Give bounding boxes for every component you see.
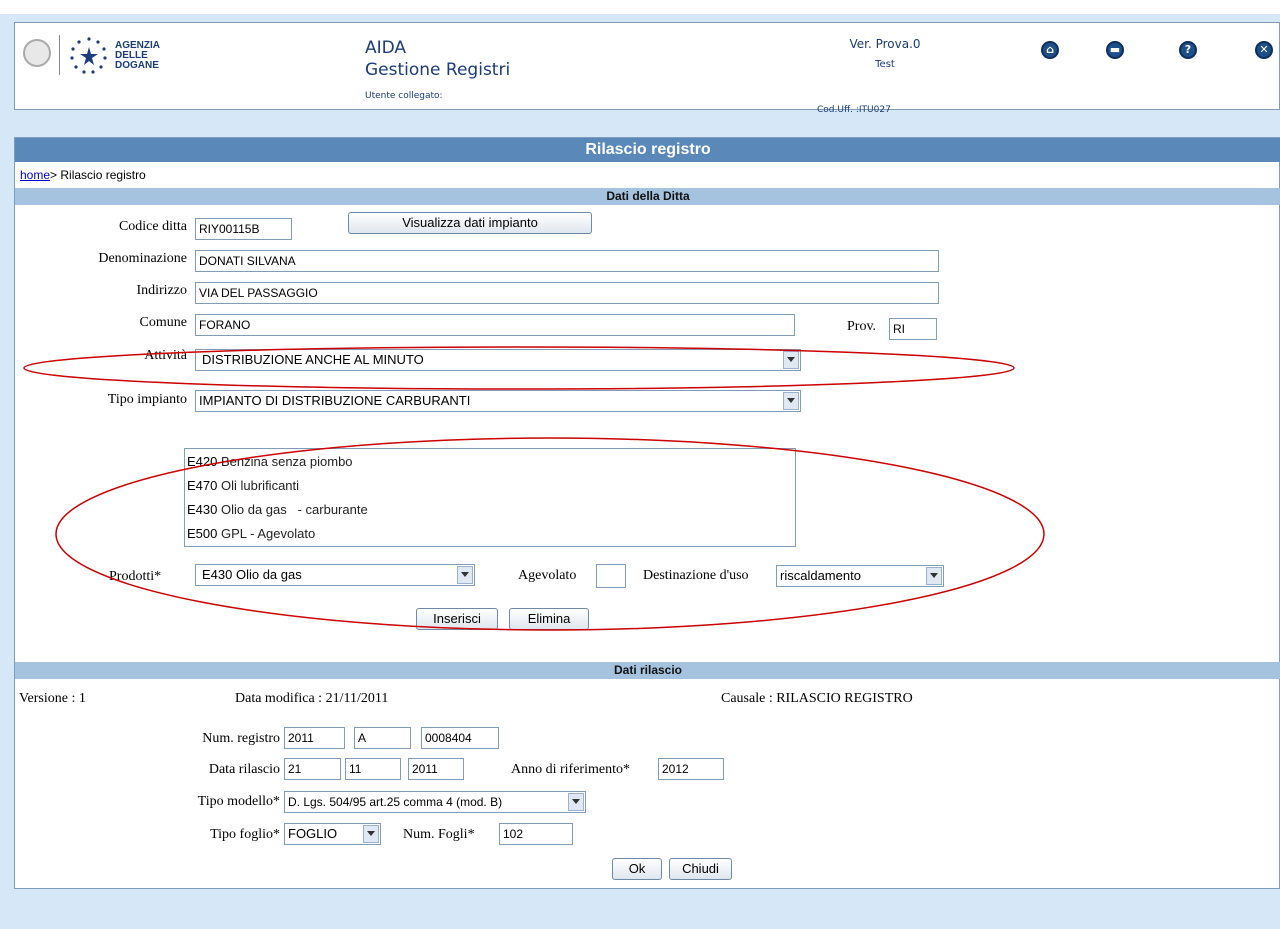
tipo-foglio-label: Tipo foglio* xyxy=(210,827,280,842)
num-registro-label: Num. registro xyxy=(202,731,280,746)
list-item[interactable]: E500 GPL - Agevolato xyxy=(187,523,315,545)
chevron-down-icon[interactable] xyxy=(783,392,799,410)
num-registro-serie-field[interactable]: A xyxy=(354,727,411,749)
indirizzo-label: Indirizzo xyxy=(136,283,187,298)
tipo-foglio-select-value: FOGLIO xyxy=(288,826,338,841)
data-modifica-label: Data modifica : 21/11/2011 xyxy=(235,691,389,706)
chevron-down-icon[interactable] xyxy=(926,567,942,585)
visualizza-dati-impianto-button[interactable]: Visualizza dati impianto xyxy=(348,212,592,234)
tipo-impianto-select-value: IMPIANTO DI DISTRIBUZIONE CARBURANTI xyxy=(199,393,471,408)
denominazione-label: Denominazione xyxy=(98,251,187,266)
destinazione-uso-select-value: riscaldamento xyxy=(780,568,861,583)
versione-label: Versione : 1 xyxy=(19,691,86,706)
help-icon[interactable]: ? xyxy=(1179,41,1197,59)
prodotti-listbox[interactable]: E420 Benzina senza piombo E470 Oli lubri… xyxy=(184,448,796,547)
breadcrumb-home-link[interactable]: home xyxy=(20,168,50,182)
list-item[interactable]: E470 Oli lubrificanti xyxy=(187,475,299,497)
app-header: AGENZIA DELLE DOGANE AIDA Gestione Regis… xyxy=(14,22,1280,115)
version-label: Ver. Prova.0 xyxy=(849,37,921,51)
list-item[interactable]: E430 Olio da gas - carburante xyxy=(187,499,368,521)
ok-button[interactable]: Ok xyxy=(612,858,662,880)
anno-riferimento-label: Anno di riferimento* xyxy=(511,762,630,777)
logo-separator xyxy=(59,35,60,75)
attivita-label: Attività xyxy=(144,348,187,363)
chevron-down-icon[interactable] xyxy=(568,793,584,811)
agency-logo: AGENZIA DELLE DOGANE xyxy=(23,33,173,79)
codice-ditta-field[interactable]: RIY00115B xyxy=(195,218,292,240)
environment-label: Test xyxy=(875,59,895,70)
section-dati-rilascio: Dati rilascio xyxy=(15,662,1280,679)
top-band xyxy=(0,0,1280,14)
prodotto-desc: GPL - Agevolato xyxy=(221,526,316,541)
num-fogli-label: Num. Fogli* xyxy=(403,827,475,842)
prodotto-desc: Benzina senza piombo xyxy=(221,454,353,469)
attivita-select-value: DISTRIBUZIONE ANCHE AL MINUTO xyxy=(202,352,424,367)
prodotti-select[interactable]: E430 Olio da gas xyxy=(195,564,475,586)
prodotto-code: E430 xyxy=(187,502,218,517)
section-dati-ditta: Dati della Ditta xyxy=(15,188,1280,205)
num-registro-anno-field[interactable]: 2011 xyxy=(284,727,345,749)
eu-stars-icon xyxy=(70,37,107,74)
elimina-button[interactable]: Elimina xyxy=(509,608,589,630)
inserisci-button[interactable]: Inserisci xyxy=(416,608,498,630)
breadcrumb-current: > Rilascio registro xyxy=(50,168,146,182)
prov-field[interactable]: RI xyxy=(889,318,937,340)
anno-riferimento-field[interactable]: 2012 xyxy=(658,758,724,780)
prov-label: Prov. xyxy=(847,319,877,334)
chevron-down-icon[interactable] xyxy=(363,825,379,843)
tipo-impianto-label: Tipo impianto xyxy=(107,392,187,407)
prodotto-code: E500 xyxy=(187,526,218,541)
num-fogli-field[interactable]: 102 xyxy=(499,823,573,845)
prodotto-desc: Oli lubrificanti xyxy=(221,478,300,493)
chiudi-button[interactable]: Chiudi xyxy=(669,858,732,880)
data-rilascio-label: Data rilascio xyxy=(208,762,280,777)
comune-label: Comune xyxy=(139,315,187,330)
list-item[interactable]: E420 Benzina senza piombo xyxy=(187,451,353,473)
office-code: Cod.Uff. :ITU027 xyxy=(817,105,891,115)
app-title: AIDA Gestione Registri xyxy=(365,37,510,81)
app-title-main: AIDA xyxy=(365,38,407,58)
prodotti-select-value: E430 Olio da gas xyxy=(202,567,302,582)
agevolato-field[interactable] xyxy=(596,564,626,588)
chevron-down-icon[interactable] xyxy=(457,566,473,584)
comune-field[interactable]: FORANO xyxy=(195,314,795,336)
tipo-modello-select-value: D. Lgs. 504/95 art.25 comma 4 (mod. B) xyxy=(288,795,503,809)
user-label: Utente collegato: xyxy=(365,91,443,101)
tipo-modello-select[interactable]: D. Lgs. 504/95 art.25 comma 4 (mod. B) xyxy=(284,791,586,813)
data-rilascio-giorno-field[interactable]: 21 xyxy=(284,758,341,780)
prodotti-label: Prodotti* xyxy=(109,569,162,584)
prodotto-code: E470 xyxy=(187,478,218,493)
prodotto-desc: Olio da gas - carburante xyxy=(221,502,368,517)
codice-ditta-label: Codice ditta xyxy=(118,219,187,234)
chevron-down-icon[interactable] xyxy=(783,351,799,369)
print-icon[interactable]: ▬ xyxy=(1106,41,1124,59)
data-rilascio-anno-field[interactable]: 2011 xyxy=(408,758,464,780)
denominazione-field[interactable]: DONATI SILVANA xyxy=(195,250,939,272)
indirizzo-field[interactable]: VIA DEL PASSAGGIO xyxy=(195,282,939,304)
prodotto-code: E420 xyxy=(187,454,218,469)
data-rilascio-mese-field[interactable]: 11 xyxy=(345,758,401,780)
destinazione-uso-select[interactable]: riscaldamento xyxy=(776,565,944,587)
destinazione-uso-label: Destinazione d'uso xyxy=(643,568,749,583)
exit-icon[interactable]: ✕ xyxy=(1255,41,1273,59)
agevolato-label: Agevolato xyxy=(518,568,577,583)
num-registro-numero-field[interactable]: 0008404 xyxy=(421,727,499,749)
tipo-modello-label: Tipo modello* xyxy=(197,794,280,809)
attivita-select[interactable]: DISTRIBUZIONE ANCHE AL MINUTO xyxy=(195,349,801,371)
main-panel: Rilascio registro home> Rilascio registr… xyxy=(14,137,1280,889)
breadcrumb: home> Rilascio registro xyxy=(20,168,146,182)
tipo-foglio-select[interactable]: FOGLIO xyxy=(284,823,381,845)
causale-label: Causale : RILASCIO REGISTRO xyxy=(721,691,913,706)
agency-name: AGENZIA DELLE DOGANE xyxy=(115,40,160,71)
home-icon[interactable]: ⌂ xyxy=(1041,41,1059,59)
app-title-sub: Gestione Registri xyxy=(365,60,511,80)
tipo-impianto-select[interactable]: IMPIANTO DI DISTRIBUZIONE CARBURANTI xyxy=(195,390,801,412)
republic-seal-icon xyxy=(23,39,51,67)
page-title: Rilascio registro xyxy=(15,138,1280,162)
